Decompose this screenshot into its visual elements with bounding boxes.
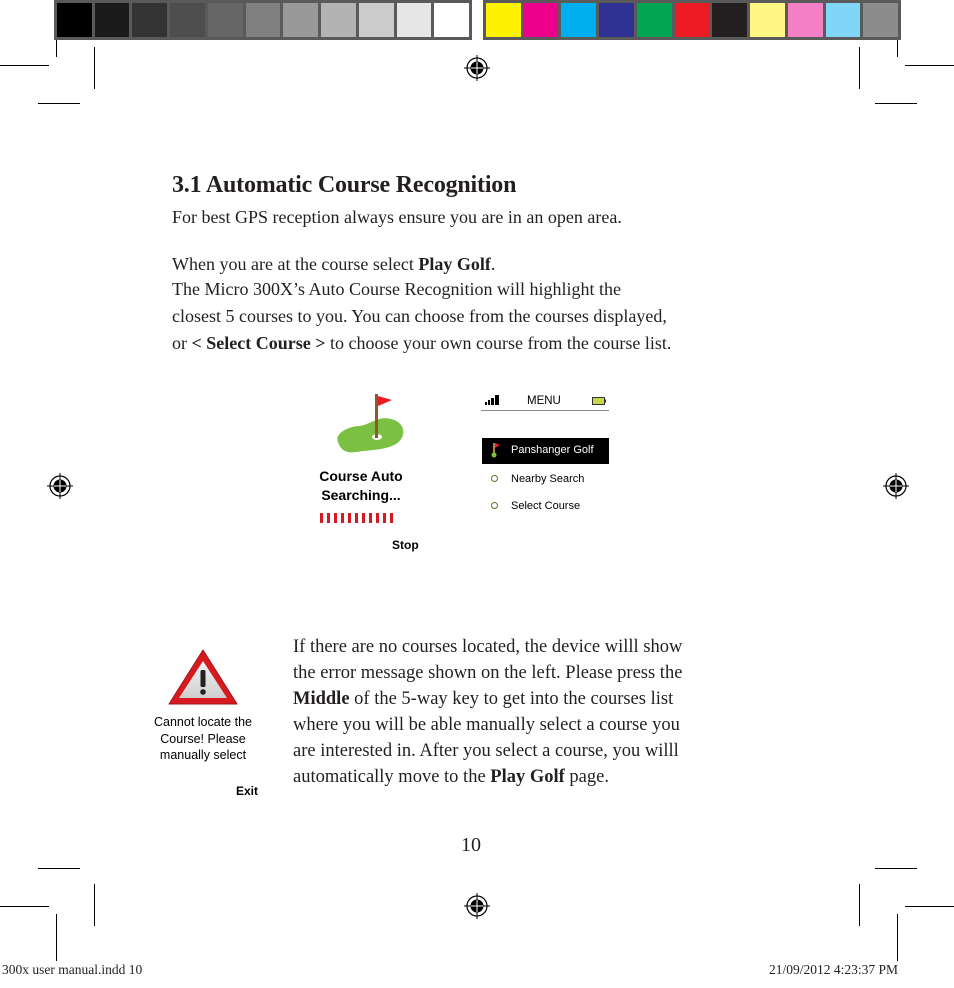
circle-bullet-icon <box>491 475 498 482</box>
progress-tick <box>390 513 393 523</box>
crop-mark <box>859 47 860 89</box>
slug-filename: 300x user manual.indd 10 <box>2 962 143 977</box>
color-swatch <box>283 3 319 37</box>
progress-tick <box>376 513 379 523</box>
color-swatch <box>396 3 432 37</box>
color-swatch <box>358 3 394 37</box>
crop-mark <box>0 65 49 66</box>
progress-tick <box>383 513 386 523</box>
crop-mark <box>94 884 95 926</box>
color-swatch <box>170 3 205 37</box>
error-message: manually select <box>159 748 247 762</box>
crop-mark <box>56 40 57 57</box>
progress-tick <box>369 513 372 523</box>
color-swatch <box>561 3 597 37</box>
color-bar-process <box>483 0 901 40</box>
crop-mark <box>38 868 80 869</box>
crop-mark <box>875 868 917 869</box>
color-swatch <box>57 3 92 37</box>
crop-mark <box>56 914 57 961</box>
color-swatch <box>523 3 559 37</box>
color-swatch <box>486 3 521 37</box>
crop-mark <box>897 40 898 57</box>
menu-divider <box>481 410 609 411</box>
registration-mark-icon <box>464 893 490 919</box>
page-number: 10 <box>461 834 481 856</box>
crop-mark <box>94 47 95 89</box>
progress-tick <box>362 513 365 523</box>
color-swatch <box>599 3 634 37</box>
color-swatch <box>863 3 899 37</box>
progress-tick <box>327 513 330 523</box>
stop-button[interactable]: Stop <box>392 538 419 552</box>
crop-mark <box>875 103 917 104</box>
color-swatch <box>94 3 130 37</box>
registration-mark-icon <box>883 473 909 499</box>
color-swatch <box>825 3 861 37</box>
color-swatch <box>434 3 470 37</box>
error-screen: Cannot locate the Course! Please manuall… <box>138 645 273 805</box>
progress-tick <box>320 513 323 523</box>
body-text: or < Select Course > to choose your own … <box>172 333 672 353</box>
progress-tick <box>355 513 358 523</box>
registration-mark-icon <box>464 55 490 81</box>
color-swatch <box>245 3 281 37</box>
search-title: Searching... <box>321 487 401 503</box>
circle-bullet-icon <box>491 502 498 509</box>
body-text: When you are at the course select Play G… <box>172 254 496 274</box>
color-bar-grayscale <box>54 0 472 40</box>
menu-item-panshanger-golf[interactable]: Panshanger Golf <box>482 438 609 464</box>
progress-tick <box>348 513 351 523</box>
color-swatch <box>636 3 672 37</box>
progress-tick <box>334 513 337 523</box>
crop-mark <box>859 884 860 926</box>
crop-mark <box>897 914 898 961</box>
menu-screen: MENU Panshanger Golf Nearby Search Selec… <box>481 392 611 522</box>
section-title: 3.1 Automatic Course Recognition <box>172 172 517 198</box>
progress-tick <box>341 513 344 523</box>
body-text: For best GPS reception always ensure you… <box>172 207 622 227</box>
slug-timestamp: 21/09/2012 4:23:37 PM <box>769 962 899 977</box>
error-message: Cannot locate the <box>154 715 252 729</box>
color-swatch <box>321 3 356 37</box>
menu-title: MENU <box>527 395 561 407</box>
signal-bars-icon <box>485 395 499 405</box>
color-swatch <box>787 3 823 37</box>
battery-icon <box>592 397 606 405</box>
color-swatch <box>674 3 710 37</box>
golf-flag-green-icon <box>337 394 404 453</box>
crop-mark <box>0 906 49 907</box>
body-text: closest 5 courses to you. You can choose… <box>172 306 667 326</box>
warning-triangle-icon <box>168 649 238 705</box>
menu-item-nearby-search[interactable]: Nearby Search <box>482 472 609 488</box>
error-explanation-text: If there are no courses located, the dev… <box>293 637 683 787</box>
color-swatch <box>750 3 785 37</box>
menu-item-select-course[interactable]: Select Course <box>482 499 609 515</box>
body-text: The Micro 300X’s Auto Course Recognition… <box>172 279 621 299</box>
crop-mark <box>38 103 80 104</box>
color-swatch <box>207 3 243 37</box>
search-title: Course Auto <box>319 468 403 484</box>
search-progress-bar <box>320 513 393 523</box>
golf-flag-icon <box>491 443 500 458</box>
color-swatch <box>712 3 748 37</box>
error-message: Course! Please <box>160 731 246 746</box>
crop-mark <box>905 65 954 66</box>
crop-mark <box>905 906 954 907</box>
registration-mark-icon <box>47 473 73 499</box>
color-swatch <box>132 3 168 37</box>
course-search-screen: Course Auto Searching... Stop <box>300 388 440 558</box>
exit-button[interactable]: Exit <box>236 784 258 798</box>
